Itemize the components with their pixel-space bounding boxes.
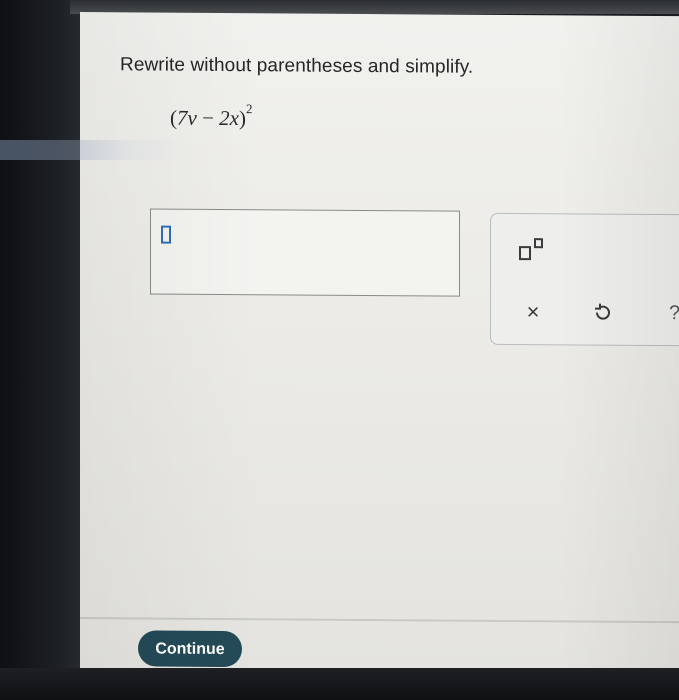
- exponent-base-icon: [519, 246, 531, 261]
- math-keypad: × ?: [490, 212, 679, 347]
- exponent-power-icon: [534, 238, 543, 249]
- open-paren: (: [170, 105, 177, 130]
- footer-divider: [80, 617, 679, 624]
- reflection-glare: [0, 140, 180, 160]
- exponent-button[interactable]: [519, 236, 555, 266]
- input-cursor-placeholder: [161, 225, 171, 244]
- continue-button[interactable]: Continue: [138, 630, 242, 668]
- photo-stage: Rewrite without parentheses and simplify…: [0, 0, 679, 700]
- minus-sign: −: [196, 105, 220, 130]
- close-paren: ): [239, 106, 246, 131]
- exponent: 2: [246, 101, 253, 117]
- term-1: 7v: [177, 105, 197, 130]
- question-prompt: Rewrite without parentheses and simplify…: [120, 54, 474, 78]
- term-2: 2x: [219, 105, 239, 131]
- assignment-screen: Rewrite without parentheses and simplify…: [80, 12, 679, 677]
- math-expression: (7v − 2x)2: [170, 101, 253, 132]
- undo-button[interactable]: [591, 301, 615, 325]
- device-bezel-left: [0, 0, 92, 700]
- answer-input[interactable]: [150, 208, 460, 297]
- clear-button[interactable]: ×: [521, 299, 545, 324]
- device-bezel-bottom: [0, 668, 679, 700]
- help-button[interactable]: ?: [669, 301, 679, 325]
- undo-icon: [595, 303, 610, 320]
